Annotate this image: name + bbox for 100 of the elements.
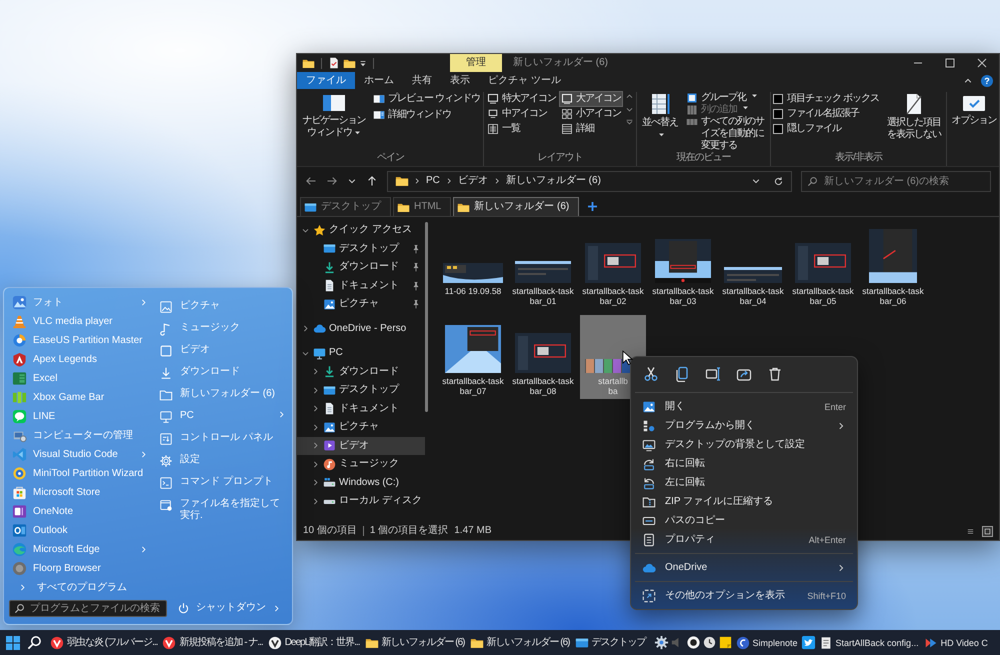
ribbon-tab[interactable]: ピクチャ ツール [479, 72, 570, 89]
file-tile[interactable]: startallback-task bar_07 [440, 315, 506, 399]
file-tile[interactable]: startallback-task bar_01 [510, 225, 576, 309]
layout-option[interactable]: 小アイコン [560, 107, 622, 121]
search-icon[interactable] [27, 635, 42, 650]
group-by-button[interactable]: グループ化 [684, 92, 768, 104]
file-tile[interactable]: startallback-task bar_03 [650, 225, 716, 309]
chevron-right-icon[interactable] [311, 478, 320, 488]
file-tile[interactable]: startallback-task bar_08 [510, 315, 576, 399]
file-tile[interactable]: startallback-task bar_06 [860, 225, 926, 309]
menu-item[interactable]: プロパティ Alt+Enter [635, 530, 853, 549]
copy-icon[interactable] [674, 366, 690, 382]
menu-item[interactable]: 右に回転 [635, 454, 853, 473]
refresh-icon[interactable] [773, 176, 784, 186]
shutdown-button[interactable]: シャットダウン [175, 602, 283, 614]
chevron-right-icon[interactable] [311, 496, 320, 506]
taskbar-window-button[interactable]: 新しいフォルダー (6) [362, 631, 466, 654]
breadcrumb-link[interactable]: PC [425, 175, 441, 187]
checkbox[interactable] [773, 109, 783, 119]
tree-item[interactable]: ピクチャ [297, 418, 425, 436]
taskbar-window-button[interactable]: 新しいフォルダー (6) [468, 631, 572, 654]
tree-item[interactable]: Windows (C:) [297, 474, 425, 492]
chevron-right-icon[interactable] [311, 441, 320, 450]
checkbox-option[interactable]: 隠しファイル [773, 123, 881, 135]
taskbar-app-button[interactable]: Simplenote [734, 631, 800, 654]
arrow-right-icon[interactable] [326, 175, 338, 187]
clock-icon[interactable] [702, 635, 716, 650]
arrow-up-icon[interactable] [366, 175, 378, 187]
box-cursor-icon[interactable] [705, 366, 721, 382]
layout-option[interactable]: 特大アイコン [486, 92, 557, 106]
checked-document-icon[interactable] [328, 57, 340, 69]
all-programs-button[interactable]: すべてのプログラム [9, 578, 151, 597]
chevron-right-icon[interactable] [311, 422, 320, 432]
breadcrumb-link[interactable]: ビデオ [456, 175, 489, 187]
file-tile[interactable]: startallback-task bar_02 [580, 225, 646, 309]
breadcrumb-link[interactable]: 新しいフォルダー (6) [504, 175, 602, 187]
menu-item[interactable]: 左に回転 [635, 473, 853, 492]
sticky-note-icon[interactable] [718, 635, 732, 650]
menu-item[interactable]: 開く Enter [635, 397, 853, 416]
checkbox[interactable] [773, 94, 783, 104]
taskbar-window-button[interactable]: デスクトップ [572, 631, 648, 654]
tree-item[interactable]: ダウンロード [297, 258, 425, 276]
tree-item[interactable]: ドキュメント [297, 400, 425, 418]
menu-item[interactable]: ZIP ファイルに圧縮する [635, 492, 853, 511]
tree-item[interactable]: ダウンロード [297, 362, 425, 381]
start-menu-item[interactable]: Floorp Browser [9, 559, 151, 578]
size-columns-button[interactable]: すべての列のサイズを自動的に変更する [684, 116, 768, 152]
arrow-left-icon[interactable] [305, 175, 317, 187]
navigation-pane-button[interactable]: ナビゲーションウィンドウ [300, 92, 368, 140]
pane-button[interactable]: プレビュー ウィンドウ [371, 92, 481, 106]
tree-item[interactable]: ミュージック [297, 455, 425, 474]
chevron-right-icon[interactable] [301, 324, 310, 334]
layout-option[interactable]: 詳細 [560, 122, 622, 136]
start-menu-place[interactable]: ファイル名を指定して実行. [157, 496, 288, 524]
folder-tab[interactable]: HTML [393, 197, 452, 216]
menu-item[interactable]: パスのコピー [635, 511, 853, 530]
ring-badge-icon[interactable] [686, 635, 700, 650]
tree-item[interactable]: ピクチャ [297, 295, 425, 314]
pane-button[interactable]: 詳細ウィンドウ [371, 108, 481, 122]
tree-item[interactable]: デスクトップ [297, 381, 425, 400]
chevron-right-icon[interactable] [311, 386, 320, 395]
help-button[interactable]: ? [981, 74, 993, 86]
folder-tab[interactable]: 新しいフォルダー (6) [453, 197, 580, 216]
chevron-down-icon[interactable] [625, 105, 634, 114]
checkbox-option[interactable]: 項目チェック ボックス [773, 93, 881, 105]
taskbar-window-button[interactable]: DeepL翻訳：世界... [266, 631, 362, 654]
chevron-right-icon[interactable] [311, 367, 320, 376]
file-tile[interactable]: 11-06 19.09.58 [440, 225, 506, 309]
file-tile[interactable]: startallback-task bar_05 [790, 225, 856, 309]
taskbar-app-button[interactable]: HD Video C [922, 631, 990, 654]
checkbox-option[interactable]: ファイル名拡張子 [773, 108, 881, 120]
tree-item[interactable]: クイック アクセス [297, 221, 425, 240]
checkbox[interactable] [773, 124, 783, 134]
search-field[interactable]: プログラムとファイルの検索 [9, 600, 167, 616]
gear-icon[interactable] [654, 635, 668, 650]
tree-item[interactable]: ドキュメント [297, 276, 425, 295]
search-field[interactable]: 新しいフォルダー (6)の検索 [801, 170, 991, 192]
menu-item[interactable]: デスクトップの背景として設定 [635, 435, 853, 454]
layout-option[interactable]: 一覧 [486, 122, 557, 136]
bird-icon[interactable] [800, 635, 816, 650]
bar-chevron-icon[interactable] [625, 118, 634, 127]
taskbar-window-button[interactable]: 弱虫な炎 (フルバージ... [48, 631, 160, 654]
caret-icon[interactable] [359, 58, 367, 68]
taskbar-app-button[interactable]: StartAllBack config... [816, 631, 921, 654]
maximize-icon[interactable] [945, 58, 955, 68]
tiles-view-icon[interactable] [982, 526, 993, 536]
ribbon-tab[interactable]: 共有 [403, 72, 441, 89]
menu-item[interactable]: OneDrive [635, 558, 853, 577]
menu-item[interactable]: プログラムから開く [635, 416, 853, 435]
chevron-right-icon[interactable] [311, 460, 320, 469]
tree-item[interactable]: デスクトップ [297, 240, 425, 258]
tree-item[interactable]: OneDrive - Perso [297, 320, 425, 338]
sort-button[interactable]: 並べ替え [639, 92, 681, 142]
scrollbar-thumb[interactable] [425, 222, 428, 412]
plus-icon[interactable] [587, 201, 598, 212]
start-menu-item[interactable]: Microsoft Edge [9, 540, 151, 559]
taskbar-window-button[interactable]: 新規投稿を追加 - ナ... [160, 631, 265, 654]
chevron-up-icon[interactable] [625, 92, 634, 101]
layout-option[interactable]: 中アイコン [486, 107, 557, 121]
tree-item[interactable]: PC [297, 344, 425, 362]
